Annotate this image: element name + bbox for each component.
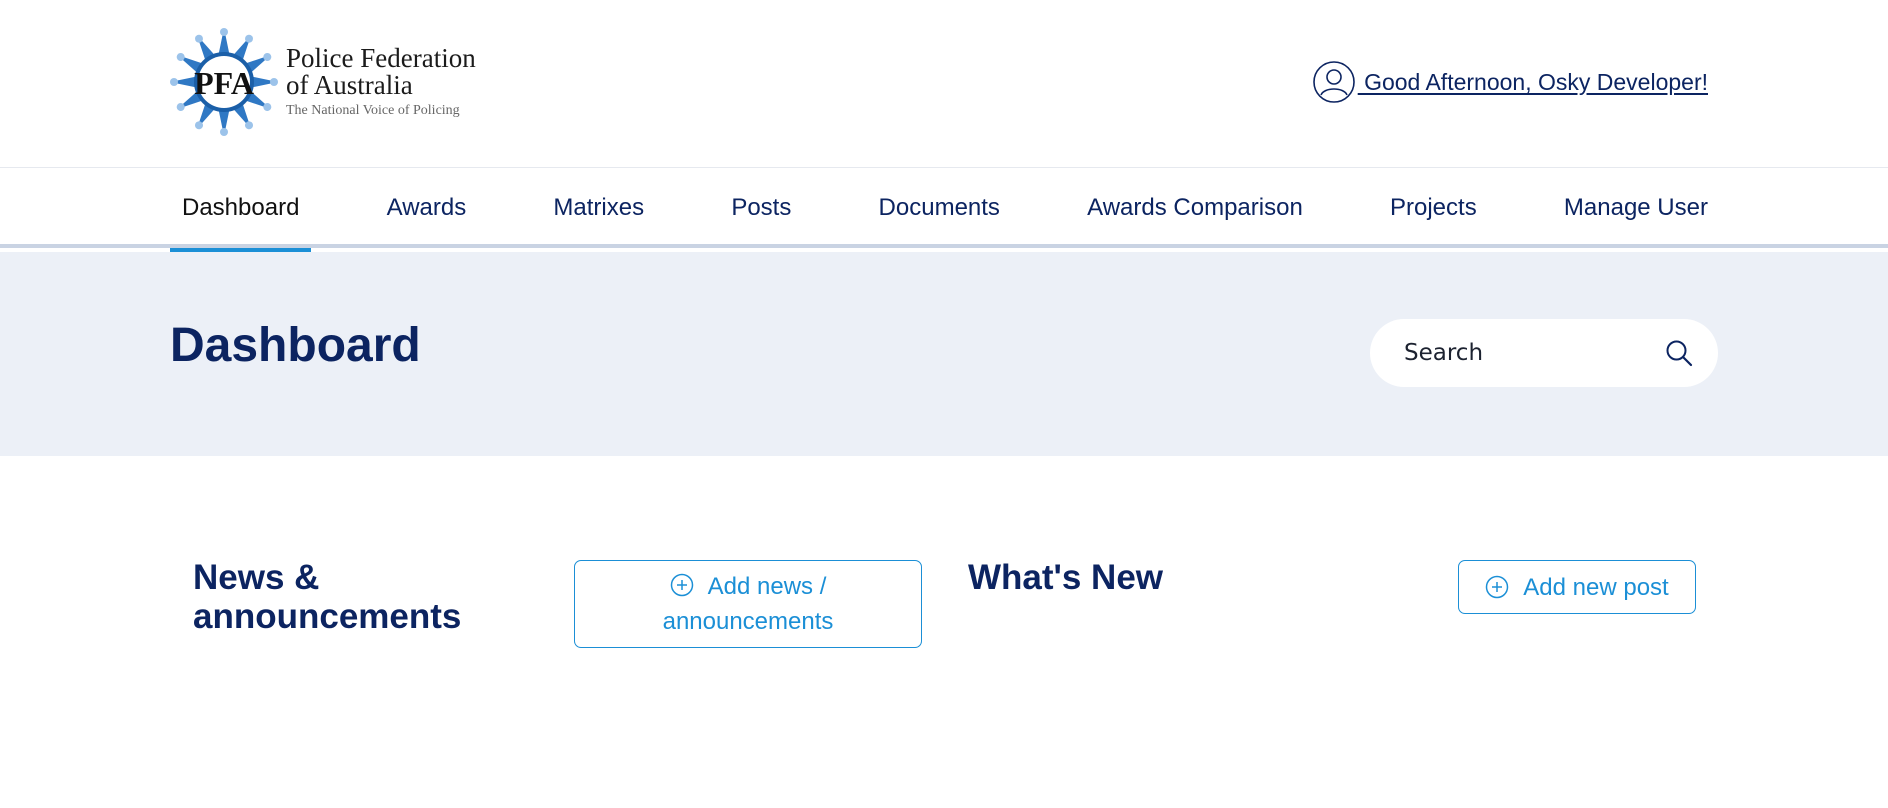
add-new-post-button-label: Add new post bbox=[1523, 573, 1669, 601]
emblem-letters: PFA bbox=[194, 65, 254, 101]
page-banner: Dashboard bbox=[0, 252, 1888, 456]
nav-item-posts[interactable]: Posts bbox=[719, 168, 803, 248]
nav-item-documents[interactable]: Documents bbox=[867, 168, 1012, 248]
user-greeting-text[interactable]: Good Afternoon, Osky Developer! bbox=[1358, 69, 1708, 96]
news-title-line1: News & bbox=[193, 558, 320, 597]
logo-text: Police Federation of Australia The Natio… bbox=[286, 45, 476, 119]
user-greeting-link[interactable]: Good Afternoon, Osky Developer! bbox=[1312, 60, 1708, 104]
site-header: PFA Police Federation of Australia The N… bbox=[0, 0, 1888, 168]
nav-item-projects[interactable]: Projects bbox=[1378, 168, 1489, 248]
pfa-star-emblem-icon: PFA bbox=[170, 28, 278, 136]
news-title-line2: announcements bbox=[193, 597, 462, 636]
add-new-post-button[interactable]: Add new post bbox=[1458, 560, 1696, 614]
brand-tagline: The National Voice of Policing bbox=[286, 103, 460, 118]
nav-item-awards[interactable]: Awards bbox=[375, 168, 479, 248]
nav-item-awards-comparison[interactable]: Awards Comparison bbox=[1075, 168, 1315, 248]
add-news-button[interactable]: Add news / announcements bbox=[574, 560, 922, 648]
page-title: Dashboard bbox=[170, 319, 421, 372]
whats-new-title: What's New bbox=[968, 558, 1164, 597]
plus-circle-icon bbox=[670, 573, 693, 597]
plus-circle-icon bbox=[1486, 575, 1509, 599]
nav-items: Dashboard Awards Matrixes Posts Document… bbox=[170, 168, 1708, 252]
nav-item-dashboard[interactable]: Dashboard bbox=[170, 168, 312, 252]
news-section-title: News & announcements bbox=[193, 558, 461, 636]
user-circle-icon bbox=[1312, 61, 1355, 103]
nav-item-manage-user[interactable]: Manage User bbox=[1552, 168, 1708, 248]
search-input[interactable] bbox=[1404, 340, 1664, 366]
site-logo[interactable]: PFA Police Federation of Australia The N… bbox=[168, 26, 508, 138]
nav-item-matrixes[interactable]: Matrixes bbox=[541, 168, 656, 248]
add-news-button-content: Add news / announcements bbox=[618, 569, 878, 639]
search-box[interactable] bbox=[1370, 319, 1718, 387]
brand-name-line2: of Australia bbox=[286, 70, 413, 100]
search-icon[interactable] bbox=[1664, 338, 1694, 368]
brand-name-line1: Police Federation bbox=[286, 43, 476, 73]
main-nav: Dashboard Awards Matrixes Posts Document… bbox=[0, 168, 1888, 252]
